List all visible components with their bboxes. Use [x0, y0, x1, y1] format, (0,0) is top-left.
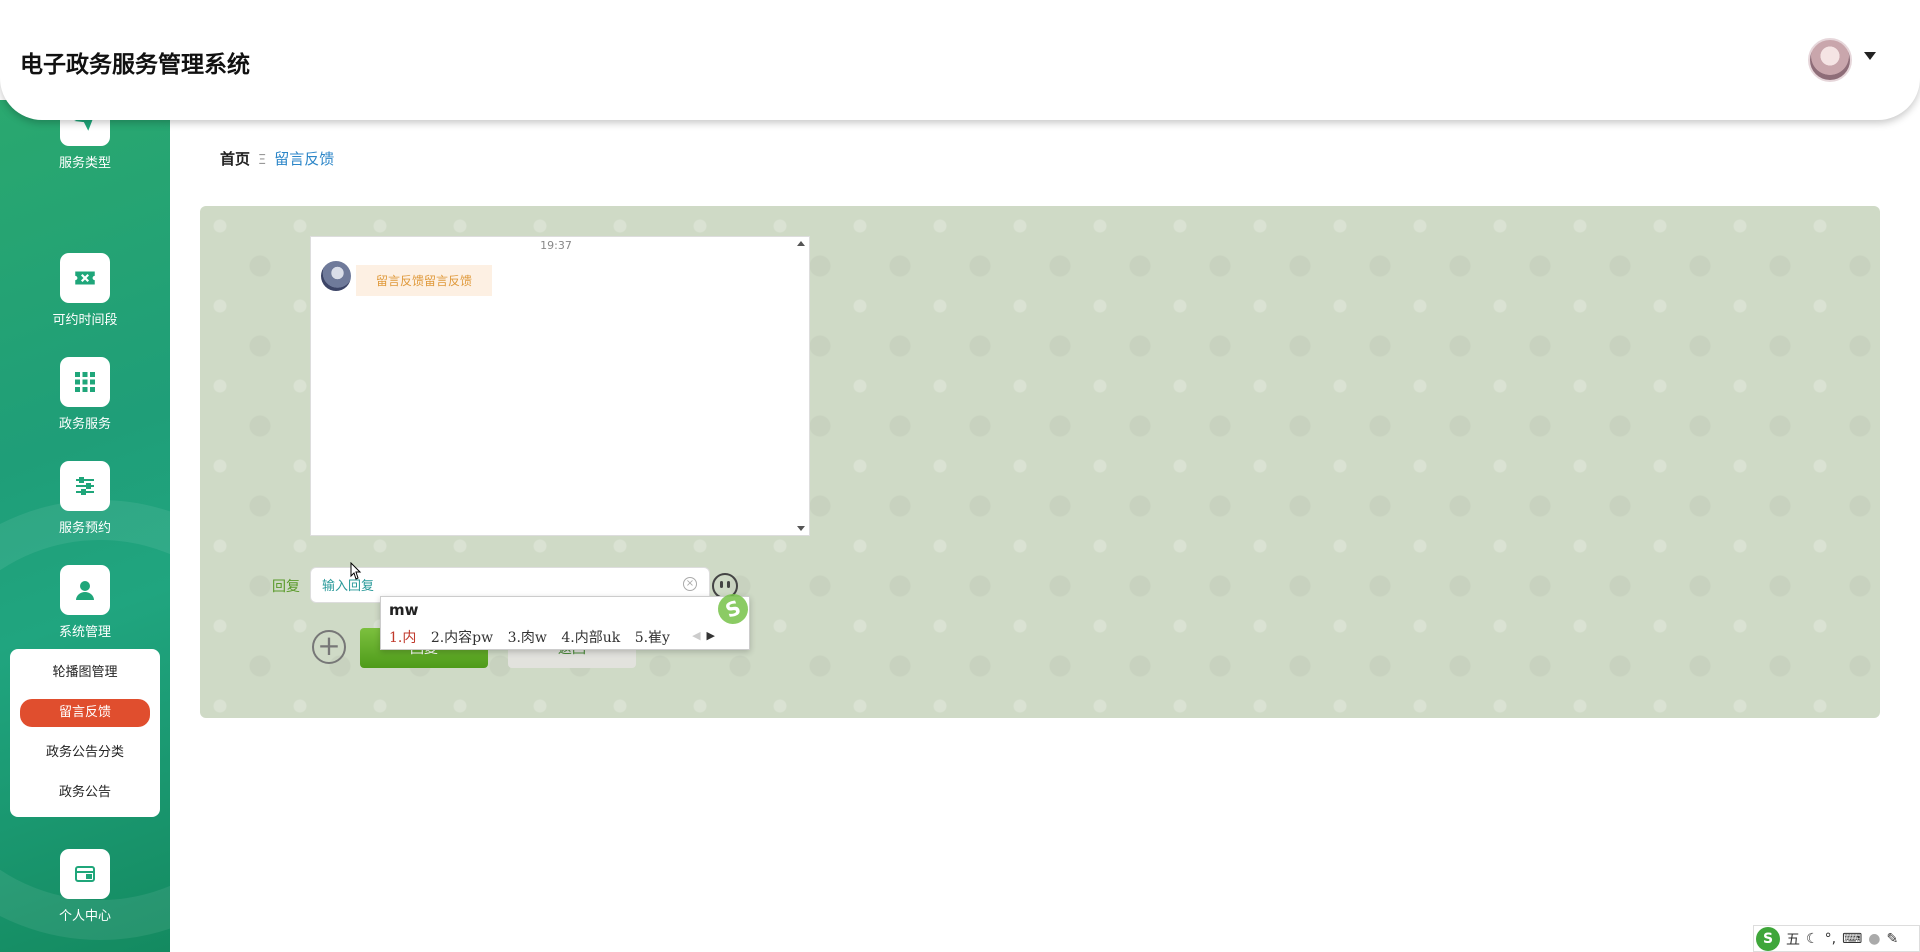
- sidebar: 服务类型 可约时间段 政务服务 服务预约 系统管理 轮播图管理 留言反馈 政务公…: [0, 100, 170, 952]
- ime-candidate[interactable]: 4.内部uk: [561, 630, 620, 646]
- submenu-item-notice-category[interactable]: 政务公告分类: [20, 739, 150, 767]
- sidebar-item-label: 系统管理: [58, 625, 111, 640]
- ime-candidate-popup: mw 1.内 2.内容pw 3.肉w 4.内部uk 5.崔y ◀ ▶: [380, 596, 750, 650]
- sidebar-item-label: 服务预约: [58, 521, 111, 536]
- ime-candidate[interactable]: 5.崔y: [635, 630, 670, 646]
- user-icon: [60, 565, 110, 615]
- chat-message: 留言反馈留言反馈: [356, 265, 493, 296]
- add-icon[interactable]: +: [312, 630, 346, 664]
- keyboard-icon[interactable]: ⌨: [1842, 931, 1862, 947]
- reply-label: 回复: [272, 579, 300, 595]
- ime-composition: mw: [389, 601, 419, 619]
- sidebar-item-label: 政务服务: [58, 417, 111, 432]
- ime-candidate[interactable]: 3.肉w: [508, 630, 547, 646]
- user-icon[interactable]: ●: [1868, 931, 1880, 947]
- clear-icon[interactable]: ×: [683, 577, 697, 591]
- moon-icon[interactable]: ☾: [1806, 931, 1819, 947]
- sidebar-item-label: 可约时间段: [52, 313, 118, 328]
- ime-candidate-list: 1.内 2.内容pw 3.肉w 4.内部uk 5.崔y: [389, 627, 680, 647]
- sidebar-item-label: 服务类型: [58, 156, 111, 171]
- sidebar-item-profile[interactable]: 个人中心: [0, 849, 170, 939]
- ime-mode[interactable]: 五: [1786, 929, 1800, 949]
- caret-down-icon[interactable]: [1864, 52, 1876, 60]
- wrench-icon[interactable]: ✎: [1886, 931, 1898, 947]
- mouse-cursor-icon: [350, 562, 362, 580]
- sidebar-item-system[interactable]: 系统管理: [0, 565, 170, 655]
- scroll-down-icon[interactable]: [797, 526, 805, 531]
- submenu-item-notice[interactable]: 政务公告: [20, 779, 150, 807]
- submenu-item-carousel[interactable]: 轮播图管理: [20, 659, 150, 687]
- sidebar-item-gov-services[interactable]: 政务服务: [0, 357, 170, 447]
- sidebar-item-appointments[interactable]: 服务预约: [0, 461, 170, 551]
- breadcrumb-current: 留言反馈: [274, 150, 335, 168]
- sidebar-item-label: 个人中心: [58, 909, 111, 924]
- chat-timestamp: 19:37: [540, 239, 572, 252]
- chat-avatar: [321, 261, 351, 291]
- ime-candidate[interactable]: 1.内: [389, 630, 416, 646]
- sliders-icon: [60, 461, 110, 511]
- breadcrumb: 首页 Ξ 留言反馈: [220, 148, 334, 169]
- sidebar-item-time-slots[interactable]: 可约时间段: [0, 253, 170, 343]
- scroll-up-icon[interactable]: [797, 241, 805, 246]
- ime-page-arrows[interactable]: ◀ ▶: [692, 629, 715, 642]
- chat-history[interactable]: 19:37 留言反馈留言反馈: [310, 236, 810, 536]
- system-submenu: 轮播图管理 留言反馈 政务公告分类 政务公告: [10, 649, 160, 817]
- app-title: 电子政务服务管理系统: [20, 52, 250, 78]
- next-page-icon[interactable]: ▶: [707, 629, 715, 642]
- grid-icon: [60, 357, 110, 407]
- breadcrumb-separator-icon: Ξ: [258, 153, 267, 168]
- ime-toolbar: S 五 ☾ °, ⌨ ● ✎: [1753, 925, 1920, 952]
- top-header: 电子政务服务管理系统: [0, 0, 1920, 120]
- sidebar-item-service-type[interactable]: 服务类型: [0, 100, 170, 190]
- wallet-icon: [60, 849, 110, 899]
- submenu-item-feedback[interactable]: 留言反馈: [20, 699, 150, 727]
- punctuation-icon[interactable]: °,: [1825, 931, 1836, 947]
- ticket-icon: [60, 253, 110, 303]
- breadcrumb-home[interactable]: 首页: [220, 150, 250, 168]
- user-avatar[interactable]: [1808, 38, 1852, 82]
- prev-page-icon[interactable]: ◀: [692, 629, 700, 642]
- ime-candidate[interactable]: 2.内容pw: [431, 630, 493, 646]
- ime-toolbar-logo-icon[interactable]: S: [1756, 926, 1780, 951]
